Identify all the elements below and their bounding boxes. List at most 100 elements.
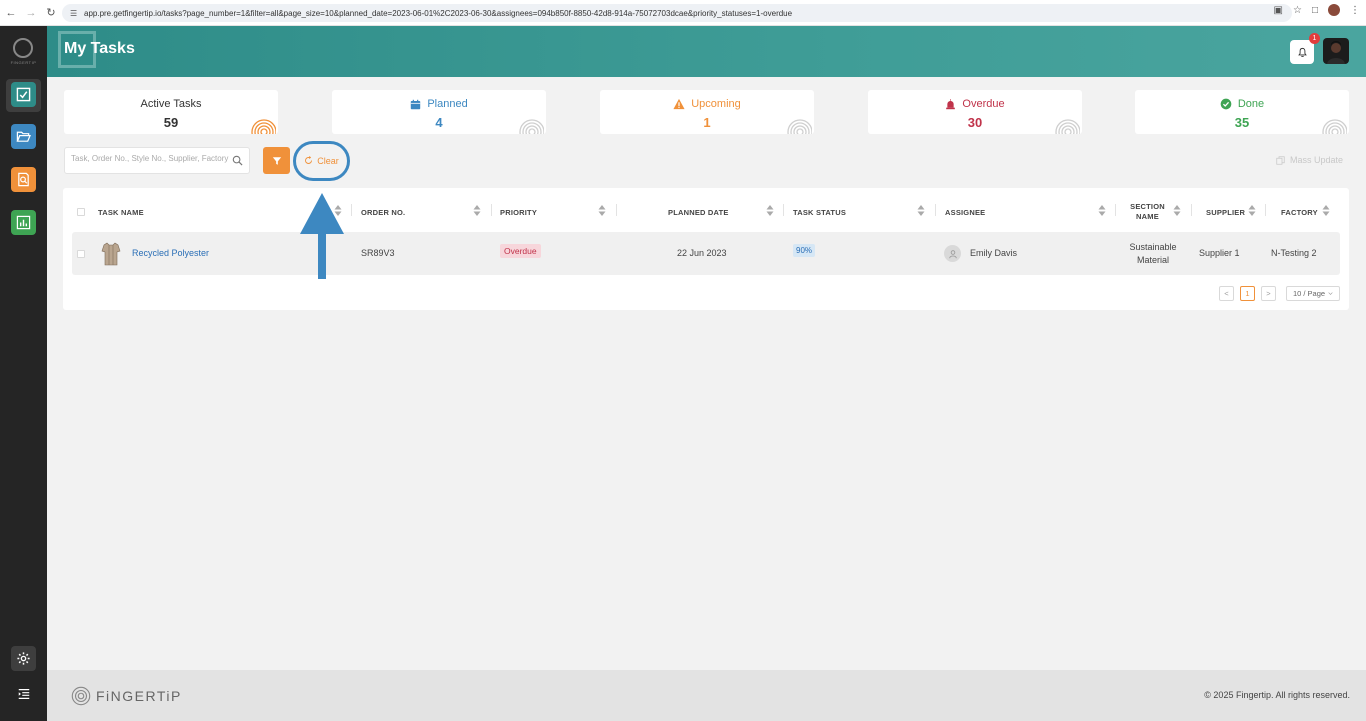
sort-icon[interactable]	[473, 204, 481, 217]
user-icon	[948, 249, 957, 258]
column-divider	[935, 204, 936, 216]
footer-logo: FiNGERTiP	[70, 685, 182, 707]
sort-icon[interactable]	[1322, 204, 1330, 217]
sidebar-item-reports[interactable]	[11, 167, 36, 192]
stat-label-text: Active Tasks	[140, 98, 202, 110]
forward-icon[interactable]: →	[22, 4, 40, 22]
stat-label-text: Planned	[427, 98, 468, 110]
sort-icon[interactable]	[1173, 204, 1181, 217]
footer-brand: FiNGERTiP	[96, 688, 182, 704]
search-icon[interactable]	[232, 155, 243, 166]
col-header-planned-date: PLANNED DATE	[668, 208, 729, 217]
section-name-line1: Sustainable	[1129, 242, 1177, 252]
column-divider	[1115, 204, 1116, 216]
pagination-page-1[interactable]: 1	[1240, 286, 1255, 301]
sort-icon[interactable]	[598, 204, 606, 217]
row-checkbox[interactable]	[77, 250, 85, 258]
reload-icon	[305, 156, 313, 164]
stat-card-overdue[interactable]: Overdue 30	[868, 90, 1082, 134]
stat-label-text: Done	[1237, 98, 1265, 110]
site-info-icon[interactable]: ☰	[70, 9, 80, 18]
url-text: app.pre.getfingertip.io/tasks?page_numbe…	[84, 8, 793, 18]
bookmark-star-icon[interactable]: ☆	[1293, 5, 1302, 16]
col-header-section-line1: SECTION	[1130, 202, 1165, 211]
sidebar-item-tasks[interactable]	[11, 82, 36, 107]
fingerprint-logo-icon	[71, 686, 91, 706]
task-status-badge: 90%	[793, 244, 816, 257]
stat-label-overdue: Overdue	[868, 98, 1082, 110]
sort-icon[interactable]	[917, 204, 925, 217]
reload-icon[interactable]: ↻	[42, 4, 60, 22]
column-divider	[1191, 204, 1192, 216]
warning-icon	[673, 98, 685, 110]
col-header-task-status: TASK STATUS	[793, 208, 847, 217]
stat-card-active-tasks[interactable]: Active Tasks 59	[64, 90, 278, 134]
settings-button[interactable]	[11, 646, 36, 671]
browser-toolbar: ← → ↻ ☰ app.pre.getfingertip.io/tasks?pa…	[0, 0, 1366, 26]
fingerprint-icon	[519, 119, 544, 134]
stat-label-planned: Planned	[332, 98, 546, 110]
filter-button[interactable]	[263, 147, 290, 174]
pagination-prev-button[interactable]: <	[1219, 286, 1234, 301]
stat-value-upcoming: 1	[703, 115, 711, 130]
stat-label-upcoming: Upcoming	[600, 98, 814, 110]
pagination-next-button[interactable]: >	[1261, 286, 1276, 301]
collapse-menu-button[interactable]	[11, 681, 36, 706]
user-avatar[interactable]	[1323, 38, 1349, 64]
user-photo-icon	[1327, 41, 1345, 64]
fingertip-logo-icon[interactable]	[13, 38, 33, 58]
browser-profile-avatar[interactable]	[1328, 4, 1340, 16]
column-divider	[616, 204, 617, 216]
col-header-order-no: ORDER NO.	[361, 208, 406, 217]
stat-label-done: Done	[1135, 98, 1349, 110]
stat-card-upcoming[interactable]: Upcoming 1	[600, 90, 814, 134]
tasks-table: TASK NAME ORDER NO. PRIORITY PLANNED DAT…	[63, 188, 1349, 310]
table-row[interactable]: Recycled Polyester SR89V3 Overdue 22 Jun…	[72, 232, 1340, 275]
column-divider	[351, 204, 352, 216]
address-bar[interactable]: ☰ app.pre.getfingertip.io/tasks?page_num…	[62, 4, 1292, 22]
fingerprint-icon	[251, 119, 276, 134]
alarm-icon	[946, 98, 956, 109]
cast-icon[interactable]: ▣	[1274, 5, 1283, 16]
sidebar-item-folders[interactable]	[11, 124, 36, 149]
chevron-down-icon	[1328, 292, 1333, 295]
supplier-name: Supplier 1	[1199, 248, 1240, 258]
planned-date: 22 Jun 2023	[677, 248, 727, 258]
col-header-task-name: TASK NAME	[98, 208, 144, 217]
notifications-button[interactable]	[1290, 40, 1314, 64]
col-header-supplier: SUPPLIER	[1206, 208, 1246, 217]
notification-count-badge: 1	[1309, 33, 1320, 44]
menu-indent-icon	[18, 688, 29, 699]
checkbox-icon	[16, 87, 31, 102]
page-size-select[interactable]: 10 / Page	[1286, 286, 1340, 301]
sort-icon[interactable]	[1248, 204, 1256, 217]
col-header-priority: PRIORITY	[500, 208, 538, 217]
col-header-assignee: ASSIGNEE	[945, 208, 986, 217]
page-size-value: 10 / Page	[1292, 289, 1326, 298]
clear-filters-button[interactable]: Clear	[296, 147, 347, 174]
stat-card-planned[interactable]: Planned 4	[332, 90, 546, 134]
stat-value-active: 59	[163, 115, 179, 130]
page-header: My Tasks 1	[47, 26, 1366, 77]
fingerprint-icon	[787, 119, 812, 134]
col-header-section-line2: NAME	[1136, 212, 1159, 221]
mass-update-button[interactable]: Mass Update	[1276, 155, 1343, 165]
sort-icon[interactable]	[766, 204, 774, 217]
back-icon[interactable]: ←	[2, 4, 20, 22]
assignee-name: Emily Davis	[970, 248, 1018, 258]
sidebar-item-analytics[interactable]	[11, 210, 36, 235]
stat-label-active: Active Tasks	[64, 98, 278, 110]
search-input[interactable]	[71, 154, 231, 163]
task-name-link[interactable]: Recycled Polyester	[132, 248, 209, 258]
browser-actions: ▣ ☆ □ ⋮	[1274, 4, 1360, 16]
fingerprint-icon	[1322, 119, 1347, 134]
extensions-icon[interactable]: □	[1312, 5, 1318, 16]
sort-icon[interactable]	[1098, 204, 1106, 217]
stat-value-planned: 4	[435, 115, 443, 130]
stat-label-text: Upcoming	[691, 98, 741, 110]
stat-card-done[interactable]: Done 35	[1135, 90, 1349, 134]
copyright-text: © 2025 Fingertip. All rights reserved.	[1204, 690, 1350, 700]
select-all-checkbox[interactable]	[77, 208, 85, 216]
section-name-line2: Material	[1136, 255, 1169, 265]
browser-menu-icon[interactable]: ⋮	[1350, 5, 1360, 16]
